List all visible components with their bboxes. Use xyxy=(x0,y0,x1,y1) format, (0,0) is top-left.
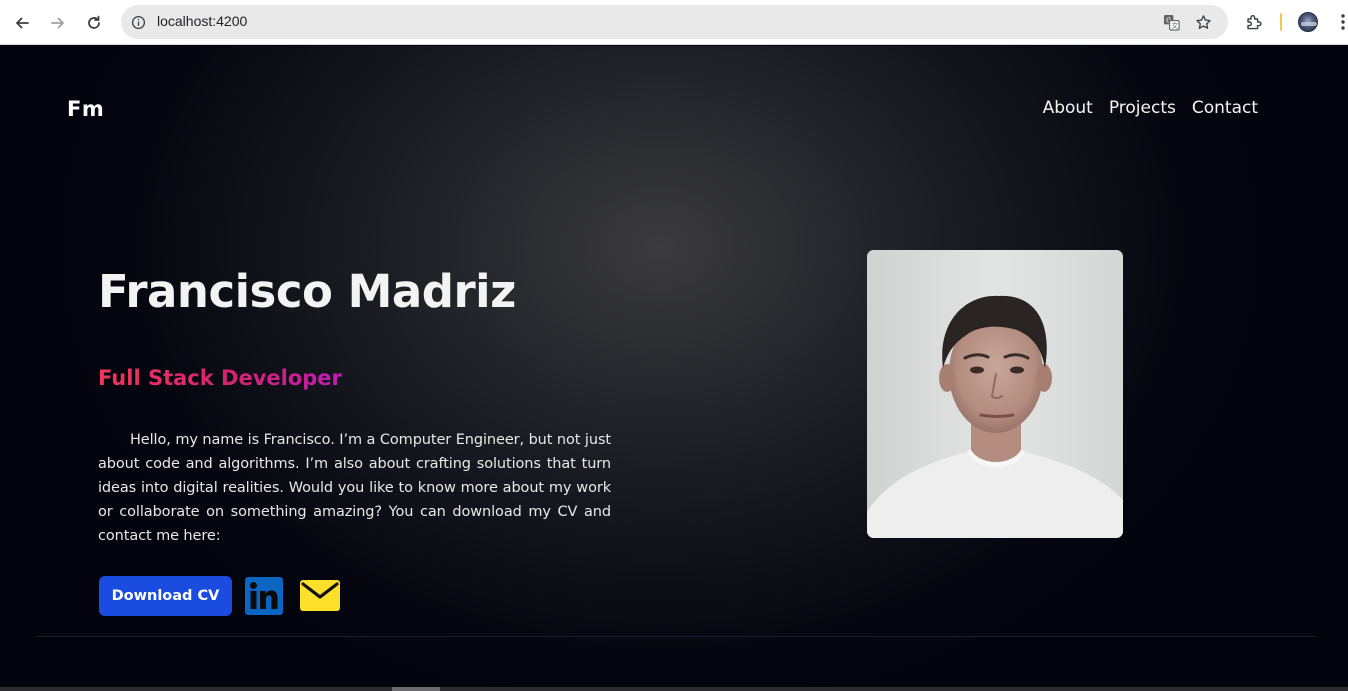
bookmark-star-icon[interactable] xyxy=(1194,13,1212,31)
svg-text:文: 文 xyxy=(1171,21,1178,30)
site-logo[interactable]: Fm xyxy=(67,97,104,121)
profile-avatar[interactable] xyxy=(1298,12,1318,32)
address-bar[interactable]: localhost:4200 G文 xyxy=(121,5,1228,39)
site-info-icon[interactable] xyxy=(129,13,147,31)
forward-icon[interactable] xyxy=(47,12,69,34)
linkedin-icon[interactable] xyxy=(245,577,283,615)
page-viewport: Fm About Projects Contact Francisco Madr… xyxy=(0,46,1348,691)
download-cv-button[interactable]: Download CV xyxy=(99,576,232,616)
extensions-icon[interactable] xyxy=(1243,11,1265,33)
toolbar-divider xyxy=(1280,13,1282,31)
nav-about[interactable]: About xyxy=(1043,98,1093,118)
profile-photo xyxy=(867,250,1123,538)
horizontal-scrollbar[interactable] xyxy=(0,687,1348,691)
hero-role: Full Stack Developer xyxy=(98,366,342,390)
nav-projects[interactable]: Projects xyxy=(1109,98,1176,118)
back-icon[interactable] xyxy=(11,12,33,34)
main-nav: About Projects Contact xyxy=(1043,98,1258,118)
reload-icon[interactable] xyxy=(83,12,105,34)
scrollbar-thumb[interactable] xyxy=(392,687,440,691)
hero-name: Francisco Madriz xyxy=(98,265,516,318)
nav-contact[interactable]: Contact xyxy=(1192,98,1258,118)
hero-intro: Hello, my name is Francisco. I’m a Compu… xyxy=(98,432,611,544)
section-divider xyxy=(36,636,1316,637)
mail-icon[interactable] xyxy=(300,580,340,611)
translate-icon[interactable]: G文 xyxy=(1162,13,1180,31)
more-menu-icon[interactable] xyxy=(1332,11,1348,33)
browser-toolbar: localhost:4200 G文 xyxy=(0,0,1348,45)
url-text[interactable]: localhost:4200 xyxy=(157,13,247,29)
